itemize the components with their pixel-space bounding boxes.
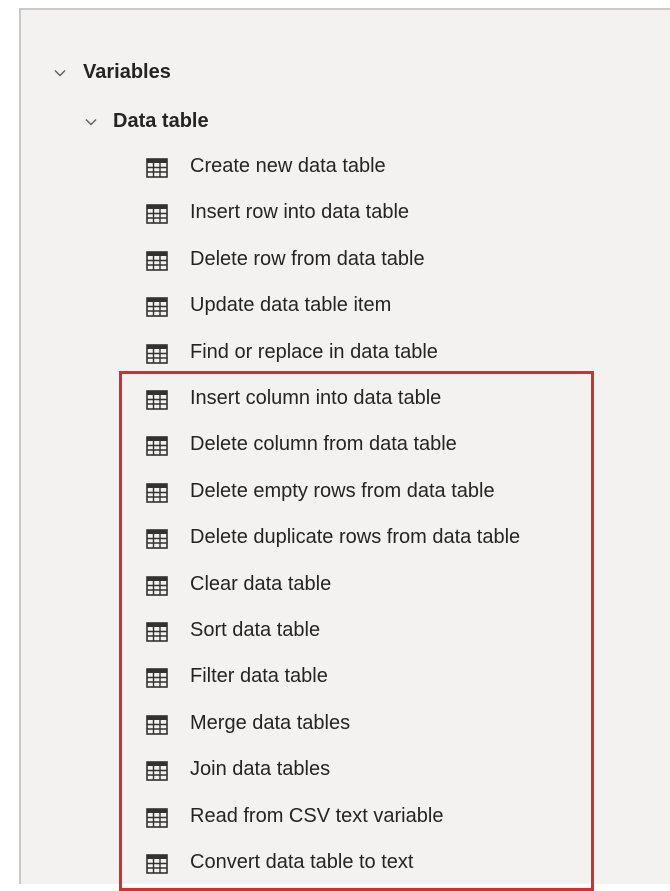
action-label: Create new data table bbox=[190, 155, 386, 177]
action-label: Merge data tables bbox=[190, 711, 351, 734]
action-label: Delete duplicate rows from data table bbox=[190, 526, 521, 549]
action-label: Delete empty rows from data table bbox=[190, 479, 495, 502]
action-label: Insert column into data table bbox=[190, 387, 442, 409]
action-item[interactable]: Join data tables bbox=[21, 751, 670, 791]
table-icon bbox=[146, 482, 168, 503]
actions-panel: Variables Data table Create new data tab… bbox=[19, 8, 670, 891]
table-icon bbox=[146, 714, 168, 735]
chevron-down-icon[interactable] bbox=[54, 67, 66, 79]
tree-group-data-table[interactable]: Data table bbox=[21, 102, 670, 142]
table-icon bbox=[146, 668, 168, 689]
table-icon bbox=[146, 529, 168, 549]
table-icon bbox=[146, 250, 168, 271]
table-icon bbox=[146, 297, 168, 317]
action-label: Delete column from data table bbox=[190, 433, 457, 456]
action-item[interactable]: Convert data table to text bbox=[21, 844, 670, 884]
action-item[interactable]: Read from CSV text variable bbox=[21, 798, 670, 838]
chevron-down-icon[interactable] bbox=[85, 116, 97, 128]
table-icon bbox=[146, 761, 168, 781]
action-label: Join data tables bbox=[190, 758, 331, 781]
group-label: Variables bbox=[83, 61, 171, 83]
action-item[interactable]: Delete empty rows from data table bbox=[21, 473, 670, 513]
table-icon bbox=[146, 807, 168, 828]
table-icon bbox=[146, 158, 168, 178]
action-label: Find or replace in data table bbox=[190, 340, 438, 363]
action-item[interactable]: Create new data table bbox=[21, 148, 670, 188]
action-label: Convert data table to text bbox=[190, 851, 414, 873]
action-label: Filter data table bbox=[190, 665, 328, 688]
table-icon bbox=[146, 575, 168, 596]
action-item[interactable]: Delete duplicate rows from data table bbox=[21, 519, 670, 559]
action-label: Delete row from data table bbox=[190, 247, 425, 270]
action-label: Sort data table bbox=[190, 619, 321, 641]
table-icon bbox=[146, 204, 168, 225]
table-icon bbox=[146, 390, 168, 410]
tree-group-variables[interactable]: Variables bbox=[21, 53, 670, 93]
action-item[interactable]: Delete column from data table bbox=[21, 426, 670, 466]
table-icon bbox=[146, 436, 168, 457]
table-icon bbox=[146, 854, 168, 874]
action-item[interactable]: Delete row from data table bbox=[21, 241, 670, 281]
subgroup-label: Data table bbox=[113, 110, 209, 132]
table-icon bbox=[146, 622, 168, 642]
table-icon bbox=[146, 343, 168, 364]
action-label: Insert row into data table bbox=[190, 201, 410, 224]
action-item[interactable]: Insert row into data table bbox=[21, 194, 670, 234]
action-label: Clear data table bbox=[190, 572, 332, 595]
action-item[interactable]: Filter data table bbox=[21, 658, 670, 698]
action-label: Update data table item bbox=[190, 294, 392, 317]
action-item[interactable]: Update data table item bbox=[21, 287, 670, 327]
action-item[interactable]: Insert column into data table bbox=[21, 380, 670, 420]
action-label: Read from CSV text variable bbox=[190, 804, 444, 827]
action-item[interactable]: Merge data tables bbox=[21, 705, 670, 745]
action-item[interactable]: Clear data table bbox=[21, 566, 670, 606]
action-item[interactable]: Find or replace in data table bbox=[21, 334, 670, 374]
action-item[interactable]: Sort data table bbox=[21, 612, 670, 652]
